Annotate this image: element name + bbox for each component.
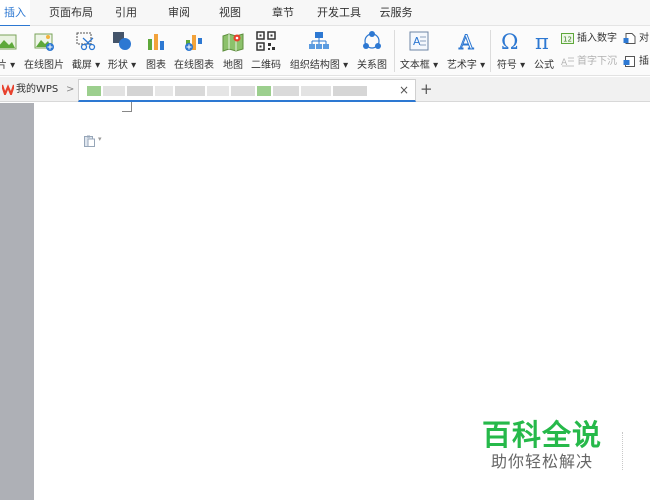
wps-logo-icon — [2, 84, 14, 95]
my-wps-label: 我的WPS — [16, 84, 59, 95]
tab-insert[interactable]: 插入 — [0, 0, 30, 27]
word-art-button[interactable]: A 艺术字 ▾ — [444, 28, 488, 74]
object-label: 对 — [639, 33, 649, 44]
insert-number-button[interactable]: 12 插入数字 — [561, 29, 617, 47]
tab-view[interactable]: 视图 — [217, 0, 243, 26]
screenshot-button[interactable]: 截屏 ▾ — [70, 28, 102, 74]
insert-button[interactable]: 插 — [623, 52, 649, 70]
page-corner-mark — [122, 102, 132, 112]
online-chart-label: 在线图表 — [174, 60, 214, 71]
text-box-label: 文本框 ▾ — [399, 60, 439, 71]
map-label: 地图 — [223, 60, 243, 71]
blurred-document-title — [87, 86, 367, 96]
insert-icon — [623, 55, 635, 67]
map-button[interactable]: 地图 — [220, 28, 246, 74]
svg-text:Ω: Ω — [501, 30, 518, 52]
screenshot-icon — [76, 32, 96, 51]
tab-developer-tools[interactable]: 开发工具 — [316, 0, 362, 26]
tab-chapter[interactable]: 章节 — [270, 0, 296, 26]
document-tab[interactable]: × — [78, 79, 416, 102]
drop-cap-icon: A — [561, 57, 574, 67]
insert-ribbon: 片 ▾ 在线图片 截屏 ▾ 形状 ▾ 图表 在线图表 地图 二维码 组织结构图 … — [0, 26, 650, 76]
chart-button[interactable]: 图表 — [143, 28, 169, 74]
relationship-diagram-icon — [363, 31, 381, 49]
relationship-diagram-label: 关系图 — [357, 60, 387, 71]
new-tab-icon[interactable]: + — [420, 80, 433, 98]
text-box-icon: A — [409, 31, 429, 51]
insert-label: 插 — [639, 56, 649, 67]
online-chart-button[interactable]: 在线图表 — [172, 28, 216, 74]
chart-label: 图表 — [146, 60, 166, 71]
svg-text:12: 12 — [563, 35, 572, 43]
shapes-icon — [113, 32, 131, 50]
tab-page-layout[interactable]: 页面布局 — [48, 0, 94, 26]
qr-code-icon — [256, 31, 276, 51]
screenshot-label: 截屏 ▾ — [71, 60, 101, 71]
insert-number-icon: 12 — [561, 32, 574, 44]
formula-label: 公式 — [534, 60, 554, 71]
qr-code-label: 二维码 — [251, 60, 281, 71]
tab-references[interactable]: 引用 — [113, 0, 139, 26]
my-wps-tab[interactable]: 我的WPS > — [0, 77, 78, 102]
insert-number-label: 插入数字 — [577, 33, 617, 44]
paste-options-icon[interactable] — [84, 135, 95, 147]
tab-review[interactable]: 审阅 — [166, 0, 192, 26]
formula-button[interactable]: π 公式 — [531, 28, 557, 74]
text-box-button[interactable]: A 文本框 ▾ — [398, 28, 440, 74]
object-button[interactable]: 对 — [623, 29, 649, 47]
ribbon-divider — [490, 30, 491, 72]
symbol-label: 符号 ▾ — [496, 60, 526, 71]
drop-cap-label: 首字下沉 — [577, 56, 617, 67]
word-art-icon: A — [458, 30, 475, 52]
relationship-diagram-button[interactable]: 关系图 — [354, 28, 390, 74]
online-chart-icon — [185, 35, 202, 51]
svg-text:A: A — [413, 35, 421, 48]
pi-formula-icon: π — [535, 30, 549, 52]
online-picture-label: 在线图片 — [24, 60, 64, 71]
document-tab-bar: 我的WPS > × + — [0, 77, 650, 102]
online-picture-icon — [34, 33, 54, 51]
watermark-edge-line — [622, 432, 626, 470]
omega-symbol-icon: Ω — [501, 30, 518, 52]
ribbon-divider — [394, 30, 395, 72]
object-icon — [623, 32, 636, 44]
chevron-right-icon: > — [66, 84, 75, 95]
menu-bar: 插入 页面布局 引用 审阅 视图 章节 开发工具 云服务 — [0, 0, 650, 27]
chevron-down-icon[interactable]: ▾ — [98, 135, 102, 143]
chart-icon — [148, 34, 164, 50]
symbol-button[interactable]: Ω 符号 ▾ — [494, 28, 528, 74]
tab-cloud-services[interactable]: 云服务 — [378, 0, 414, 26]
shapes-label: 形状 ▾ — [107, 60, 137, 71]
picture-icon — [0, 34, 17, 50]
svg-text:π: π — [535, 30, 549, 52]
close-tab-icon[interactable]: × — [399, 83, 409, 97]
org-chart-icon — [309, 32, 329, 49]
org-chart-label: 组织结构图 ▾ — [289, 60, 349, 71]
drop-cap-button[interactable]: A 首字下沉 — [561, 52, 617, 70]
word-art-label: 艺术字 ▾ — [446, 60, 486, 71]
qr-code-button[interactable]: 二维码 — [249, 28, 283, 74]
online-picture-button[interactable]: 在线图片 — [22, 28, 66, 74]
left-grey-margin — [0, 103, 34, 500]
org-chart-button[interactable]: 组织结构图 ▾ — [288, 28, 350, 74]
svg-text:A: A — [458, 30, 474, 52]
shapes-button[interactable]: 形状 ▾ — [106, 28, 138, 74]
picture-button[interactable]: 片 ▾ — [0, 28, 18, 74]
watermark-subtitle: 助你轻松解决 — [491, 452, 594, 471]
picture-label: 片 ▾ — [0, 60, 16, 71]
map-icon — [222, 33, 244, 52]
